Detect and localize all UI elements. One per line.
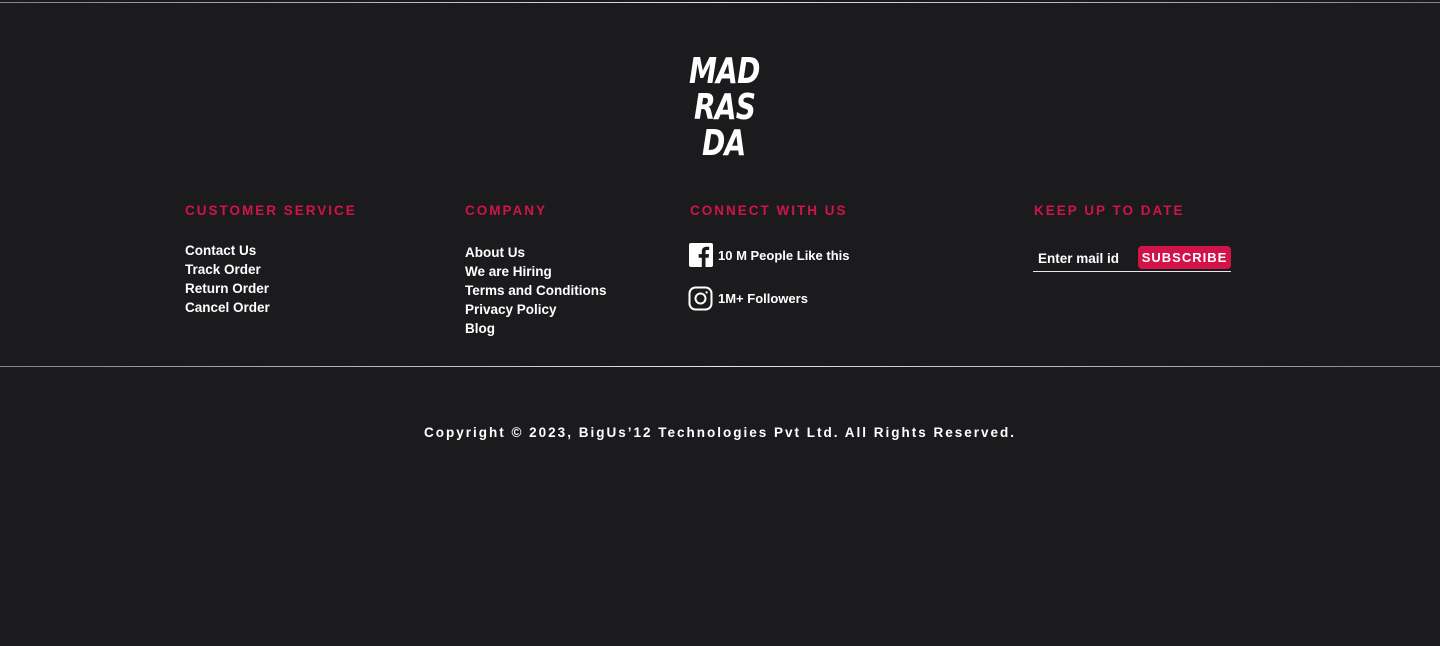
bottom-divider	[0, 366, 1440, 367]
logo-line-3: DA	[702, 123, 746, 164]
newsletter-form: SUBSCRIBE	[1033, 245, 1231, 272]
customer-service-column: CUSTOMER SERVICE Contact Us Track Order …	[185, 203, 357, 317]
instagram-link[interactable]: 1M+ Followers	[688, 286, 808, 311]
facebook-likes-text: 10 M People Like this	[718, 247, 850, 263]
top-divider	[0, 2, 1440, 3]
customer-service-heading: CUSTOMER SERVICE	[185, 203, 357, 218]
connect-heading: CONNECT WITH US	[690, 203, 848, 218]
hiring-link[interactable]: We are Hiring	[465, 262, 607, 281]
about-us-link[interactable]: About Us	[465, 243, 607, 262]
blog-link[interactable]: Blog	[465, 319, 607, 338]
newsletter-heading: KEEP UP TO DATE	[1034, 203, 1185, 218]
company-links: About Us We are Hiring Terms and Conditi…	[465, 243, 607, 338]
subscribe-button[interactable]: SUBSCRIBE	[1138, 246, 1231, 269]
logo-line-2: RAS	[694, 87, 756, 128]
connect-column: CONNECT WITH US	[690, 203, 848, 218]
company-column: COMPANY About Us We are Hiring Terms and…	[465, 203, 607, 338]
facebook-link[interactable]: 10 M People Like this	[689, 243, 850, 267]
instagram-icon	[688, 286, 713, 311]
cancel-order-link[interactable]: Cancel Order	[185, 298, 357, 317]
newsletter-column: KEEP UP TO DATE	[1034, 203, 1185, 218]
privacy-policy-link[interactable]: Privacy Policy	[465, 300, 607, 319]
company-heading: COMPANY	[465, 203, 548, 218]
contact-us-link[interactable]: Contact Us	[185, 241, 357, 260]
copyright-text: Copyright © 2023, BigUs’12 Technologies …	[423, 425, 1017, 440]
customer-service-links: Contact Us Track Order Return Order Canc…	[185, 241, 357, 317]
logo-line-1: MAD	[689, 51, 760, 92]
email-input[interactable]	[1033, 247, 1138, 269]
return-order-link[interactable]: Return Order	[185, 279, 357, 298]
facebook-icon	[689, 243, 713, 267]
terms-link[interactable]: Terms and Conditions	[465, 281, 607, 300]
track-order-link[interactable]: Track Order	[185, 260, 357, 279]
instagram-followers-text: 1M+ Followers	[718, 291, 808, 306]
brand-logo[interactable]: MAD RAS DA	[686, 52, 770, 164]
site-footer: MAD RAS DA CUSTOMER SERVICE Contact Us T…	[0, 0, 1440, 646]
